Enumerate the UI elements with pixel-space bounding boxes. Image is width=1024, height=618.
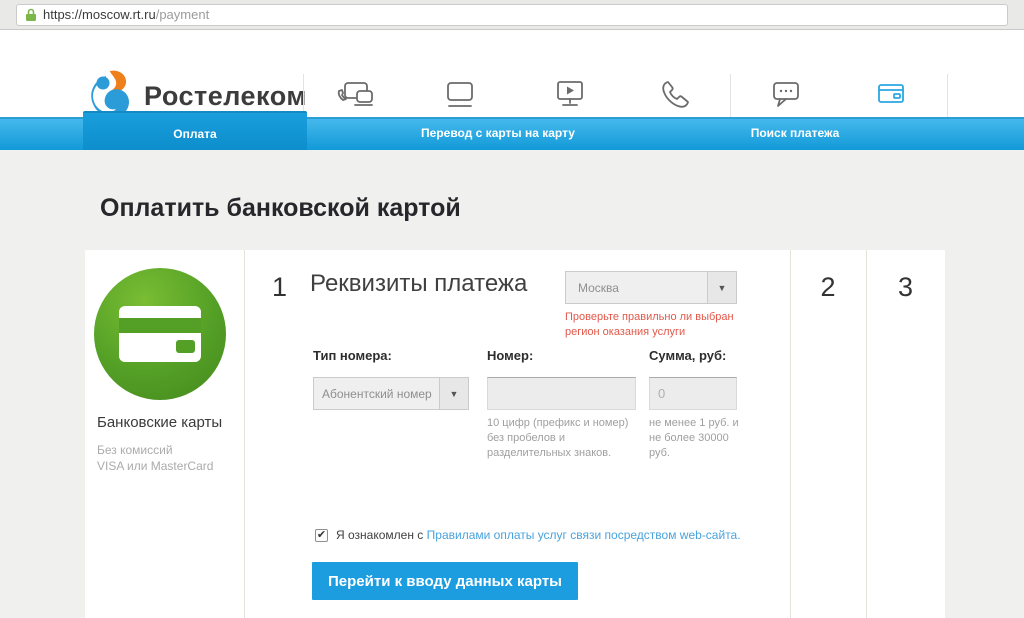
monitor-icon	[412, 76, 508, 114]
address-bar[interactable]: https://moscow.rt.ru/payment	[16, 4, 1008, 26]
chevron-down-icon[interactable]: ▼	[707, 272, 736, 303]
panel-divider	[866, 250, 867, 618]
region-select[interactable]: Москва ▼	[565, 271, 737, 304]
support-bubble-icon	[738, 76, 834, 114]
number-hint: 10 цифр (префикс и номер) без пробелов и…	[487, 416, 647, 461]
step-1-number: 1	[272, 272, 287, 303]
method-note-2: VISA или MasterCard	[97, 458, 213, 474]
credit-card-icon	[843, 76, 939, 114]
amount-input[interactable]	[649, 377, 737, 410]
chevron-down-icon[interactable]: ▼	[439, 378, 468, 409]
tab-payment-search[interactable]: Поиск платежа	[685, 117, 905, 150]
agreement-prefix: Я ознакомлен с	[336, 528, 423, 542]
step-1-title: Реквизиты платежа	[310, 270, 527, 298]
url-path: /payment	[156, 7, 209, 22]
bank-card-stripe	[119, 318, 201, 333]
step-3-number: 3	[866, 272, 945, 303]
method-title: Банковские карты	[97, 414, 222, 431]
method-note-1: Без комиссий	[97, 442, 173, 458]
amount-label: Сумма, руб:	[649, 348, 726, 363]
agreement-checkbox[interactable]: ✔	[315, 529, 328, 542]
devices-icon	[307, 76, 403, 114]
type-label: Тип номера:	[313, 348, 392, 363]
number-label: Номер:	[487, 348, 533, 363]
amount-hint: не менее 1 руб. и не более 30000 руб.	[649, 416, 745, 461]
handset-icon	[628, 76, 724, 114]
region-warning: Проверьте правильно ли выбран регион ока…	[565, 310, 765, 340]
panel-divider	[790, 250, 791, 618]
number-input[interactable]	[487, 377, 636, 410]
browser-toolbar: https://moscow.rt.ru/payment	[0, 0, 1024, 30]
tab-card-to-card[interactable]: Перевод с карты на карту	[388, 117, 608, 150]
bank-card-chip	[176, 340, 195, 353]
region-select-value: Москва	[566, 281, 707, 295]
lock-icon	[25, 8, 37, 22]
tv-icon	[522, 76, 618, 114]
number-type-select[interactable]: Абонентский номер ▼	[313, 377, 469, 410]
panel-divider	[244, 250, 245, 618]
number-type-value: Абонентский номер	[314, 387, 439, 401]
submit-button[interactable]: Перейти к вводу данных карты	[312, 562, 578, 600]
page-title: Оплатить банковской картой	[100, 194, 461, 223]
site-header: Ростелеком Пакеты Интернет	[0, 30, 1024, 118]
agreement-text: Я ознакомлен с Правилами оплаты услуг св…	[336, 528, 741, 542]
step-2-number: 2	[790, 272, 866, 303]
url-host: https://moscow.rt.ru	[43, 7, 156, 22]
logo-text: Ростелеком	[144, 81, 307, 112]
payment-rules-link[interactable]: Правилами оплаты услуг связи посредством…	[427, 528, 741, 542]
bank-card-face	[119, 306, 201, 362]
tab-payment[interactable]: Оплата	[83, 111, 307, 150]
